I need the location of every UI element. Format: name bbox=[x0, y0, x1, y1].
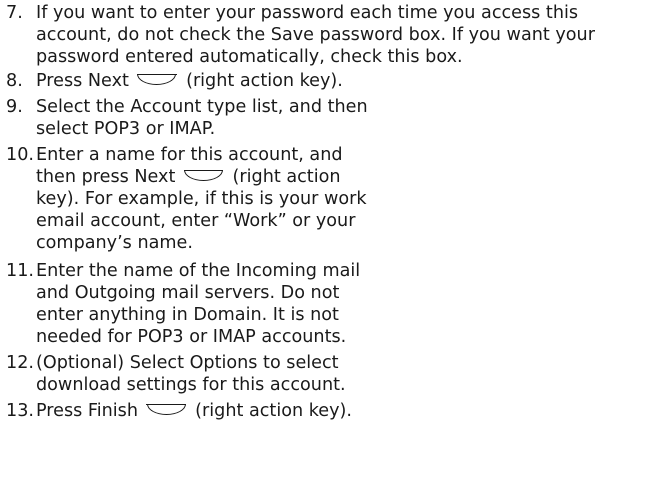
step-text-before: Press Finish bbox=[36, 401, 144, 421]
step-text: If you want to enter your password each … bbox=[36, 3, 595, 67]
step-text-after: (right action key). bbox=[189, 401, 352, 421]
step-number: 11. bbox=[6, 261, 34, 281]
step-text: Enter a name for this account, and then … bbox=[36, 144, 378, 254]
list-item-step-9: 9. Select the Account type list, and the… bbox=[6, 96, 406, 140]
step-text-after: (right action key). bbox=[180, 71, 343, 91]
step-number: 12. bbox=[6, 353, 34, 373]
right-action-key-icon bbox=[146, 404, 186, 415]
right-action-key-icon bbox=[137, 74, 177, 85]
step-number: 9. bbox=[6, 97, 23, 117]
step-number: 10. bbox=[6, 145, 34, 165]
right-action-key-icon bbox=[183, 170, 224, 181]
list-item-step-8: 8. Press Next (right action key). bbox=[6, 70, 656, 92]
list-item-step-10: 10. Enter a name for this account, and t… bbox=[6, 144, 406, 254]
step-text-before: Press Next bbox=[36, 71, 135, 91]
list-item-step-12: 12. (Optional) Select Options to select … bbox=[6, 352, 406, 396]
step-text: Press Finish (right action key). bbox=[36, 400, 654, 422]
list-item-step-11: 11. Enter the name of the Incoming mail … bbox=[6, 260, 406, 348]
step-number: 13. bbox=[6, 401, 34, 421]
step-text: Enter the name of the Incoming mail and … bbox=[36, 261, 361, 347]
list-item-step-7: 7. If you want to enter your password ea… bbox=[6, 2, 656, 68]
instruction-list: 7. If you want to enter your password ea… bbox=[0, 0, 661, 489]
step-text: Select the Account type list, and then s… bbox=[36, 97, 368, 139]
step-number: 7. bbox=[6, 3, 23, 23]
list-item-step-13: 13. Press Finish (right action key). bbox=[6, 400, 656, 422]
step-number: 8. bbox=[6, 71, 23, 91]
step-text: (Optional) Select Options to select down… bbox=[36, 353, 346, 395]
step-text: Press Next (right action key). bbox=[36, 70, 654, 92]
